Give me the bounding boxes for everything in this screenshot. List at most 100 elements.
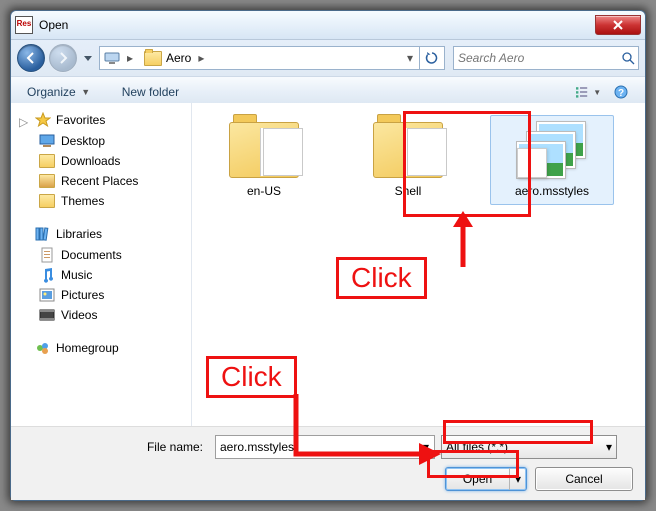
- downloads-icon: [39, 153, 55, 169]
- arrow-right-icon: [57, 52, 69, 64]
- new-folder-button[interactable]: New folder: [116, 82, 185, 102]
- sidebar-item-pictures[interactable]: Pictures: [11, 285, 191, 305]
- sidebar-item-label: Desktop: [61, 134, 105, 148]
- sidebar: ▷ Favorites Desktop Downloads Recent Pla…: [11, 103, 192, 426]
- sidebar-item-desktop[interactable]: Desktop: [11, 131, 191, 151]
- file-type-filter[interactable]: All files (*.*) ▾: [441, 435, 617, 459]
- close-button[interactable]: [595, 15, 641, 35]
- view-icon: [576, 85, 590, 99]
- pictures-icon: [39, 287, 55, 303]
- cancel-button[interactable]: Cancel: [535, 467, 633, 491]
- titlebar: Res Open: [11, 11, 645, 40]
- body-area: ▷ Favorites Desktop Downloads Recent Pla…: [11, 103, 645, 426]
- sidebar-label: Homegroup: [56, 341, 119, 355]
- sidebar-group-libraries: ▷ Libraries Documents Music Pictures Vid…: [11, 223, 191, 325]
- search-icon: [619, 52, 638, 65]
- sidebar-item-label: Videos: [61, 308, 97, 322]
- refresh-icon: [425, 51, 439, 65]
- filter-label: All files (*.*): [446, 440, 508, 454]
- computer-icon: [104, 50, 120, 66]
- recent-places-icon: [39, 173, 55, 189]
- open-button-label: Open: [446, 472, 509, 486]
- refresh-button[interactable]: [419, 47, 444, 69]
- file-item-msstyles[interactable]: aero.msstyles: [490, 115, 614, 205]
- sidebar-item-documents[interactable]: Documents: [11, 245, 191, 265]
- sidebar-group-favorites: ▷ Favorites Desktop Downloads Recent Pla…: [11, 109, 191, 211]
- disclose-icon: ▷: [19, 115, 30, 126]
- sidebar-header-libraries[interactable]: ▷ Libraries: [11, 223, 191, 245]
- sidebar-item-label: Music: [61, 268, 92, 282]
- music-icon: [39, 267, 55, 283]
- msstyles-icon: [517, 122, 587, 178]
- file-item-folder[interactable]: en-US: [202, 115, 326, 205]
- videos-icon: [39, 307, 55, 323]
- app-icon: Res: [15, 16, 33, 34]
- sidebar-item-label: Themes: [61, 194, 104, 208]
- organize-menu[interactable]: Organize ▼: [21, 82, 98, 102]
- chevron-down-icon: ▼: [592, 88, 602, 97]
- sidebar-item-downloads[interactable]: Downloads: [11, 151, 191, 171]
- breadcrumb-aero[interactable]: Aero ▸: [140, 47, 211, 69]
- sidebar-header-homegroup[interactable]: ▷ Homegroup: [11, 337, 191, 359]
- sidebar-item-label: Downloads: [61, 154, 120, 168]
- file-item-folder[interactable]: Shell: [346, 115, 470, 205]
- nav-history-dropdown[interactable]: [81, 48, 95, 68]
- new-folder-label: New folder: [122, 85, 179, 99]
- breadcrumb-computer[interactable]: ▸: [100, 47, 140, 69]
- organize-label: Organize: [27, 85, 76, 99]
- folder-icon: [144, 51, 162, 66]
- chevron-down-icon: ▾: [401, 51, 419, 65]
- help-icon: ?: [614, 85, 628, 99]
- sidebar-item-themes[interactable]: Themes: [11, 191, 191, 211]
- chevron-down-icon[interactable]: ▾: [418, 440, 434, 454]
- arrow-left-icon: [25, 52, 37, 64]
- folder-icon: [373, 122, 443, 178]
- sidebar-group-homegroup: ▷ Homegroup: [11, 337, 191, 359]
- filename-input[interactable]: [216, 440, 418, 454]
- close-icon: [613, 20, 623, 30]
- file-item-label: en-US: [209, 184, 319, 198]
- window-title: Open: [39, 18, 68, 32]
- svg-text:?: ?: [618, 88, 624, 99]
- search-box[interactable]: [453, 46, 639, 70]
- sidebar-item-videos[interactable]: Videos: [11, 305, 191, 325]
- back-button[interactable]: [17, 44, 45, 72]
- file-pane[interactable]: en-US Shell aero.msstyles: [192, 103, 645, 426]
- chevron-down-icon: [84, 56, 92, 61]
- file-item-label: Shell: [353, 184, 463, 198]
- sidebar-label: Libraries: [56, 227, 102, 241]
- help-button[interactable]: ?: [607, 80, 635, 104]
- search-input[interactable]: [454, 51, 619, 65]
- folder-icon: [39, 193, 55, 209]
- sidebar-item-label: Pictures: [61, 288, 104, 302]
- footer-panel: File name: ▾ All files (*.*) ▾ Open ▾ Ca…: [11, 426, 645, 500]
- folder-icon: [229, 122, 299, 178]
- sidebar-item-music[interactable]: Music: [11, 265, 191, 285]
- open-button[interactable]: Open ▾: [445, 467, 527, 491]
- chevron-down-icon: ▼: [80, 87, 92, 97]
- address-bar[interactable]: ▸ Aero ▸ ▾: [99, 46, 445, 70]
- sidebar-item-label: Recent Places: [61, 174, 138, 188]
- chevron-right-icon: ▸: [124, 51, 136, 65]
- filename-combobox[interactable]: ▾: [215, 435, 435, 459]
- forward-button[interactable]: [49, 44, 77, 72]
- open-button-dropdown[interactable]: ▾: [509, 468, 526, 490]
- address-dropdown[interactable]: ▾: [401, 47, 419, 69]
- sidebar-label: Favorites: [56, 113, 105, 127]
- homegroup-icon: [35, 340, 51, 356]
- filename-label: File name:: [23, 440, 209, 454]
- chevron-right-icon: ▸: [195, 51, 207, 65]
- desktop-icon: [39, 133, 55, 149]
- chevron-down-icon: ▾: [606, 440, 612, 454]
- nav-row: ▸ Aero ▸ ▾: [11, 40, 645, 77]
- sidebar-item-recent-places[interactable]: Recent Places: [11, 171, 191, 191]
- sidebar-header-favorites[interactable]: ▷ Favorites: [11, 109, 191, 131]
- sidebar-item-label: Documents: [61, 248, 122, 262]
- documents-icon: [39, 247, 55, 263]
- cancel-button-label: Cancel: [565, 472, 602, 486]
- file-item-label: aero.msstyles: [497, 184, 607, 198]
- open-dialog-window: Res Open ▸ Aero: [10, 10, 646, 501]
- view-mode-button[interactable]: ▼: [575, 80, 603, 104]
- libraries-icon: [35, 226, 51, 242]
- breadcrumb-label: Aero: [166, 51, 191, 65]
